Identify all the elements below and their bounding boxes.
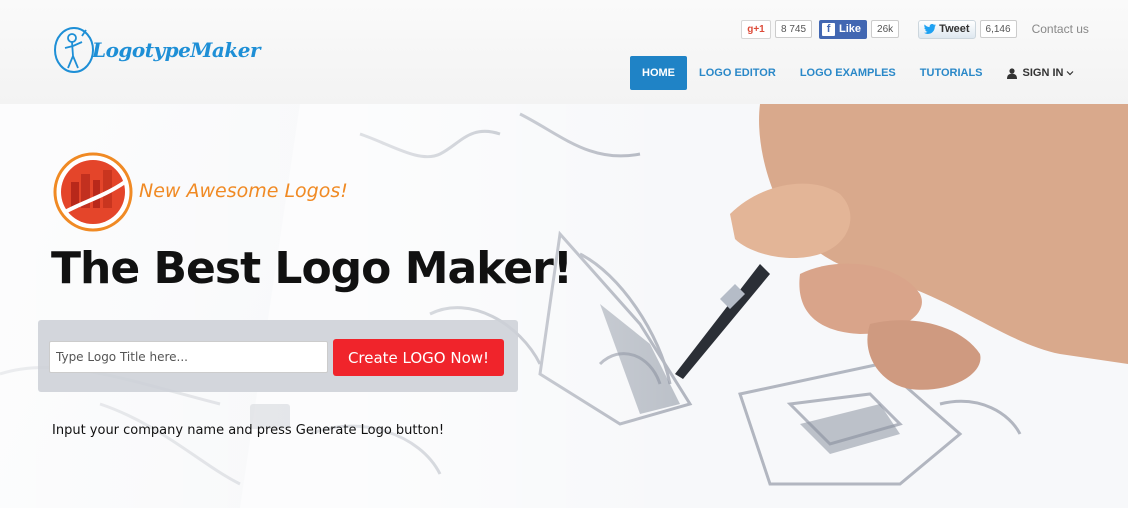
site-header: LogotypeMaker g +1 8 745 f Like 26k Tweet… bbox=[0, 0, 1128, 104]
logo-form: Create LOGO Now! bbox=[38, 320, 518, 392]
main-nav: HOME LOGO EDITOR LOGO EXAMPLES TUTORIALS… bbox=[630, 56, 1086, 90]
chevron-down-icon bbox=[1067, 71, 1074, 76]
nav-home[interactable]: HOME bbox=[630, 56, 687, 90]
gplus-count: 8 745 bbox=[775, 20, 813, 38]
facebook-icon: f bbox=[822, 22, 836, 36]
nav-sign-in[interactable]: SIGN IN bbox=[995, 56, 1087, 90]
hero-title: The Best Logo Maker! bbox=[51, 243, 573, 294]
twitter-bird-icon bbox=[924, 24, 937, 34]
contact-link[interactable]: Contact us bbox=[1032, 22, 1089, 36]
nav-tutorials[interactable]: TUTORIALS bbox=[908, 56, 995, 90]
nav-logo-editor[interactable]: LOGO EDITOR bbox=[687, 56, 788, 90]
nav-logo-examples[interactable]: LOGO EXAMPLES bbox=[788, 56, 908, 90]
hero-overlay bbox=[0, 104, 1128, 508]
logo-wordmark: LogotypeMaker bbox=[92, 38, 261, 62]
tweet-label: Tweet bbox=[939, 23, 970, 35]
city-badge-icon bbox=[53, 152, 133, 232]
sign-in-label: SIGN IN bbox=[1022, 67, 1064, 79]
facebook-like-count: 26k bbox=[871, 20, 900, 38]
hero-tagline: New Awesome Logos! bbox=[139, 180, 348, 202]
tweet-count: 6,146 bbox=[979, 20, 1017, 38]
facebook-like-button[interactable]: f Like bbox=[819, 19, 868, 39]
gplus-label: +1 bbox=[753, 23, 765, 35]
logo-title-input[interactable] bbox=[49, 341, 328, 373]
site-logo[interactable]: LogotypeMaker bbox=[52, 20, 261, 80]
facebook-like-label: Like bbox=[839, 23, 862, 35]
hero-section: New Awesome Logos! The Best Logo Maker! … bbox=[0, 104, 1128, 508]
tweet-button[interactable]: Tweet bbox=[918, 19, 976, 39]
gplus-button[interactable]: g +1 bbox=[741, 19, 771, 39]
hero-hint: Input your company name and press Genera… bbox=[52, 423, 445, 438]
social-buttons: g +1 8 745 f Like 26k Tweet 6,146 Contact… bbox=[741, 19, 1089, 39]
create-logo-button[interactable]: Create LOGO Now! bbox=[333, 339, 504, 376]
user-icon bbox=[1006, 67, 1017, 79]
